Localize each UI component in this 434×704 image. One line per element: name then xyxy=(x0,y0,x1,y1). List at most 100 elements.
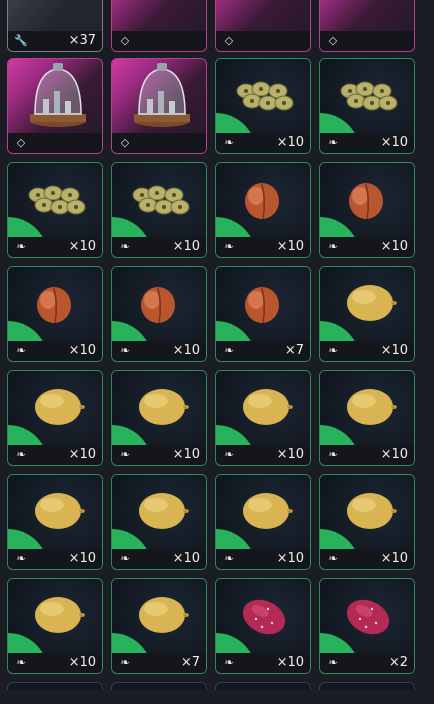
inventory-slot[interactable]: ❧ ×7 xyxy=(111,578,207,674)
sprout-icon: ❧ xyxy=(328,136,338,149)
item-quantity: ×10 xyxy=(276,239,304,254)
inventory-slot[interactable]: ❧ ×10 xyxy=(111,370,207,466)
item-quantity: ×10 xyxy=(68,239,96,254)
inventory-slot[interactable]: ❧ ×10 xyxy=(215,162,311,258)
sprout-icon: ❧ xyxy=(120,240,130,253)
item-quantity: ×10 xyxy=(172,239,200,254)
diamond-icon: ◇ xyxy=(328,34,338,47)
inventory-slot[interactable]: ❧ ×10 xyxy=(7,266,103,362)
sprout-icon: ❧ xyxy=(120,344,130,357)
item-lemon-icon xyxy=(243,389,293,425)
item-rare-item-icon xyxy=(112,0,207,32)
item-quantity: ×2 xyxy=(388,655,408,670)
diamond-icon: ◇ xyxy=(120,136,130,149)
inventory-slot[interactable]: ◇ xyxy=(215,0,311,52)
item-lemon-icon xyxy=(35,597,85,633)
inventory-slot[interactable]: ❧ ×10 xyxy=(7,474,103,570)
sprout-icon: ❧ xyxy=(120,656,130,669)
sprout-icon: ❧ xyxy=(120,448,130,461)
sprout-icon: ❧ xyxy=(16,656,26,669)
inventory-slot[interactable]: ◇ xyxy=(111,58,207,154)
diamond-icon: ◇ xyxy=(16,136,26,149)
item-lemon-icon xyxy=(35,389,85,425)
item-quantity: ×10 xyxy=(276,447,304,462)
item-quantity: ×10 xyxy=(380,343,408,358)
item-lemon-icon xyxy=(139,597,189,633)
item-peach-icon xyxy=(37,287,71,324)
item-dragon-fruit-icon xyxy=(242,599,286,635)
diamond-icon: ◇ xyxy=(120,34,130,47)
item-olives-icon xyxy=(236,81,294,111)
inventory-slot-partial[interactable] xyxy=(7,682,103,690)
inventory-slot[interactable]: ❧ ×10 xyxy=(215,474,311,570)
sprout-icon: ❧ xyxy=(328,552,338,565)
inventory-slot-partial[interactable] xyxy=(215,682,311,690)
inventory-slot[interactable]: ❧ ×10 xyxy=(319,474,415,570)
inventory-slot[interactable]: ❧ ×10 xyxy=(319,162,415,258)
inventory-slot[interactable]: ◇ xyxy=(319,0,415,52)
item-lemon-icon xyxy=(139,493,189,529)
inventory-slot[interactable]: ❧ ×10 xyxy=(215,370,311,466)
inventory-slot[interactable]: ❧ ×7 xyxy=(215,266,311,362)
item-lemon-icon xyxy=(347,389,397,425)
item-quantity: ×10 xyxy=(68,655,96,670)
sprout-icon: ❧ xyxy=(224,136,234,149)
item-quantity: ×10 xyxy=(172,343,200,358)
item-peach-icon xyxy=(245,183,279,220)
sprout-icon: ❧ xyxy=(328,240,338,253)
sprout-icon: ❧ xyxy=(328,656,338,669)
item-quantity: ×10 xyxy=(172,447,200,462)
sprout-icon: ❧ xyxy=(328,448,338,461)
inventory-slot[interactable]: ❧ ×10 xyxy=(7,162,103,258)
inventory-slot[interactable]: ❧ ×10 xyxy=(111,266,207,362)
item-lemon-icon xyxy=(347,493,397,529)
item-lemon-icon xyxy=(347,285,397,321)
inventory-slot[interactable]: ◇ xyxy=(111,0,207,52)
inventory-slot[interactable]: ◇ xyxy=(7,58,103,154)
sprout-icon: ❧ xyxy=(224,448,234,461)
item-glass-dome-icon xyxy=(30,63,86,127)
item-quantity: ×10 xyxy=(68,447,96,462)
inventory-slot[interactable]: 🔧 ×37 xyxy=(7,0,103,52)
inventory-slot[interactable]: ❧ ×10 xyxy=(319,370,415,466)
item-olives-icon xyxy=(340,81,398,111)
inventory-slot[interactable]: ❧ ×2 xyxy=(319,578,415,674)
item-peach-icon xyxy=(349,183,383,220)
item-peach-icon xyxy=(141,287,175,324)
item-quantity: ×10 xyxy=(68,343,96,358)
item-quantity: ×10 xyxy=(380,239,408,254)
item-peach-icon xyxy=(245,287,279,324)
item-olives-icon xyxy=(28,185,86,215)
item-olives-icon xyxy=(132,185,190,215)
item-lemon-icon xyxy=(243,493,293,529)
inventory-slot[interactable]: ❧ ×10 xyxy=(215,58,311,154)
item-tool-item-icon xyxy=(8,0,103,32)
inventory-slot-partial[interactable] xyxy=(319,682,415,690)
inventory-slot[interactable]: ❧ ×10 xyxy=(111,474,207,570)
inventory-slot[interactable]: ❧ ×10 xyxy=(111,162,207,258)
inventory-slot[interactable]: ❧ ×10 xyxy=(7,370,103,466)
item-dragon-fruit-icon xyxy=(346,599,390,635)
item-glass-dome-icon xyxy=(134,63,190,127)
sprout-icon: ❧ xyxy=(224,240,234,253)
sprout-icon: ❧ xyxy=(224,552,234,565)
sprout-icon: ❧ xyxy=(16,344,26,357)
item-quantity: ×10 xyxy=(276,655,304,670)
sprout-icon: ❧ xyxy=(16,448,26,461)
item-quantity: ×10 xyxy=(172,551,200,566)
diamond-icon: ◇ xyxy=(224,34,234,47)
inventory-slot-partial[interactable] xyxy=(111,682,207,690)
inventory-slot[interactable]: ❧ ×10 xyxy=(319,58,415,154)
item-lemon-icon xyxy=(139,389,189,425)
item-quantity: ×10 xyxy=(380,135,408,150)
item-quantity: ×10 xyxy=(276,135,304,150)
item-quantity: ×7 xyxy=(284,343,304,358)
inventory-slot[interactable]: ❧ ×10 xyxy=(7,578,103,674)
inventory-slot[interactable]: ❧ ×10 xyxy=(215,578,311,674)
inventory-grid: 🔧 ×37 ◇ ◇ ◇ ◇ ◇ ❧ ×10 ❧ ×10 ❧ ×10 ❧ ×10 … xyxy=(0,0,434,704)
inventory-slot[interactable]: ❧ ×10 xyxy=(319,266,415,362)
item-quantity: ×10 xyxy=(276,551,304,566)
item-quantity: ×7 xyxy=(180,655,200,670)
sprout-icon: ❧ xyxy=(224,656,234,669)
sprout-icon: ❧ xyxy=(120,552,130,565)
